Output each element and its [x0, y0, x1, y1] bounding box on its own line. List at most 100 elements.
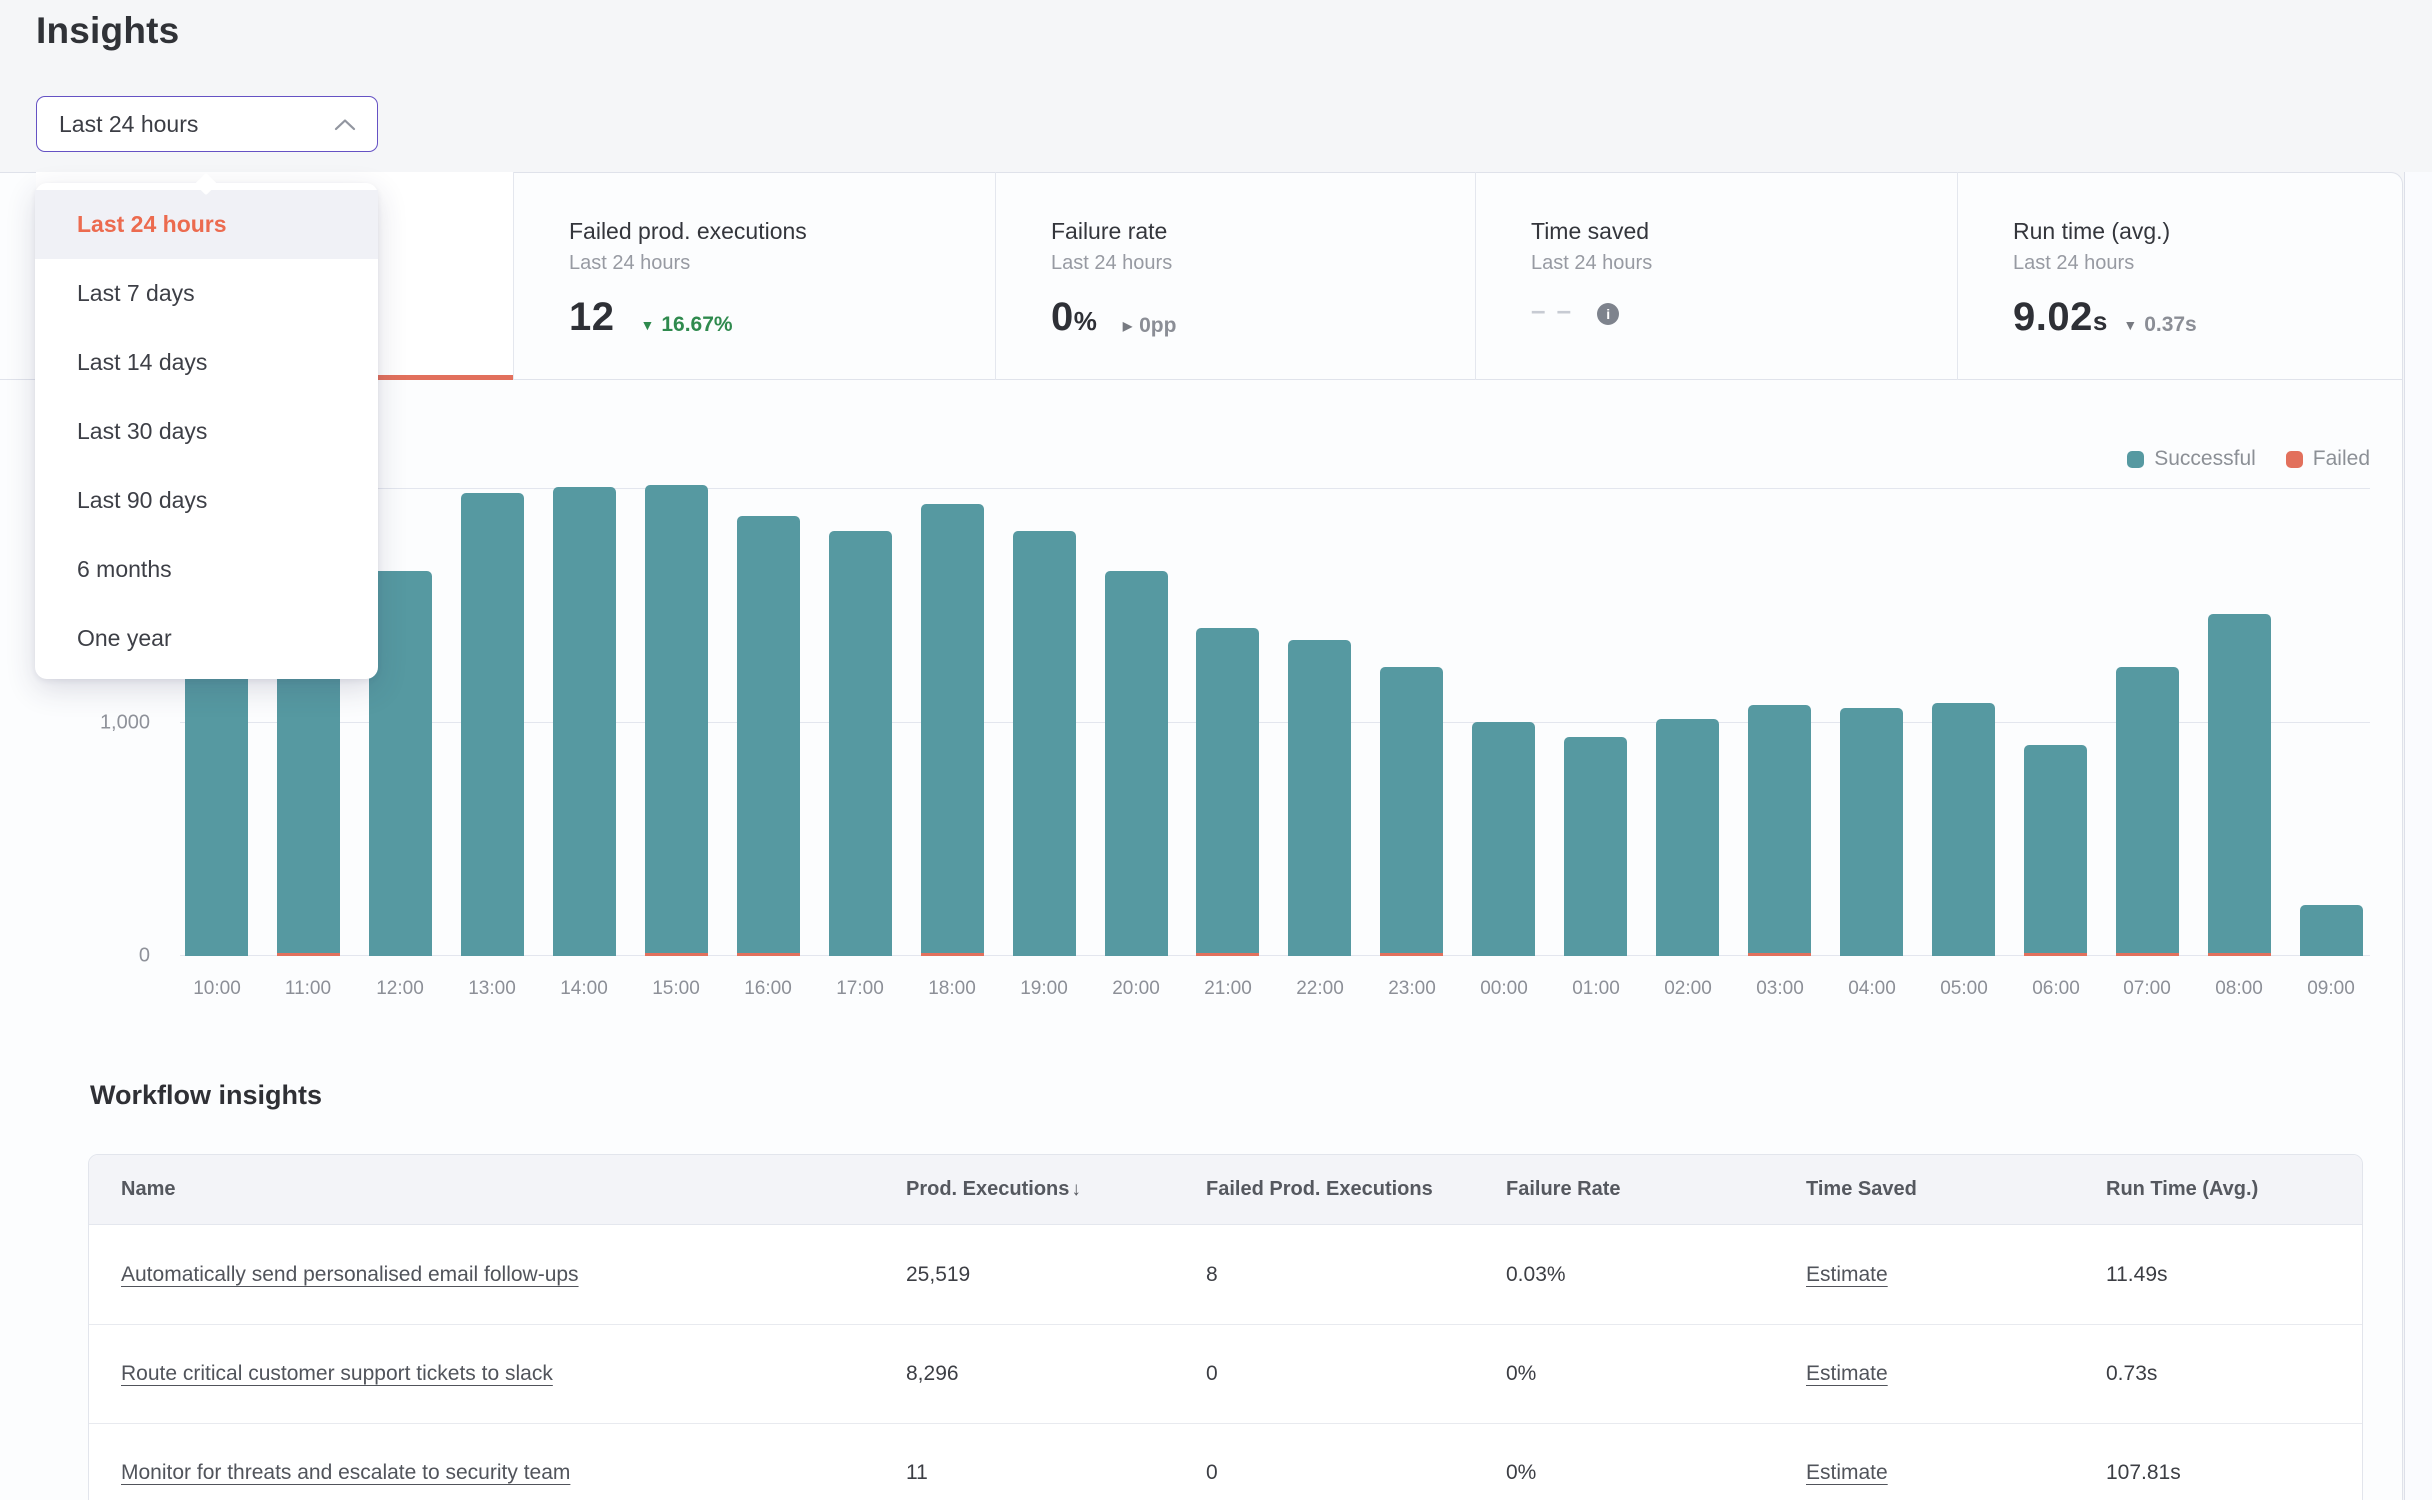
column-header-time-saved[interactable]: Time Saved	[1806, 1178, 2106, 1201]
bar-successful-segment	[737, 516, 800, 953]
x-tick-label: 22:00	[1296, 978, 1344, 1000]
time-saved-estimate-link[interactable]: Estimate	[1806, 1461, 1888, 1484]
trend-text: 0.37s	[2144, 313, 2197, 337]
x-tick-label: 13:00	[468, 978, 516, 1000]
bar-successful-segment	[1380, 667, 1443, 953]
bar-successful-segment	[1840, 708, 1903, 956]
table-row: Automatically send personalised email fo…	[89, 1225, 2362, 1324]
workflow-name: Route critical customer support tickets …	[89, 1362, 906, 1386]
workflow-name-link[interactable]: Monitor for threats and escalate to secu…	[121, 1461, 570, 1484]
x-tick-label: 23:00	[1388, 978, 1436, 1000]
bar-failed-segment	[921, 953, 984, 956]
gridline-2,000	[180, 488, 2370, 489]
bar-06:00	[2024, 745, 2087, 956]
x-tick-label: 11:00	[285, 978, 331, 1000]
run-time-avg-value: 107.81s	[2106, 1461, 2362, 1485]
time-range-select[interactable]: Last 24 hours	[36, 96, 378, 152]
column-header-run-time-avg[interactable]: Run Time (Avg.)	[2106, 1178, 2362, 1201]
card-run-time-avg[interactable]: Run time (avg.) Last 24 hours 9.02s ▼ 0.…	[1957, 172, 2403, 380]
trend-down-icon: ▼	[641, 317, 655, 333]
bar-failed-segment	[737, 953, 800, 956]
workflow-insights-table: Name Prod. Executions↓ Failed Prod. Exec…	[88, 1154, 2363, 1500]
bar-successful-segment	[2300, 905, 2363, 956]
bar-12:00	[369, 571, 432, 956]
x-tick-label: 18:00	[928, 978, 976, 1000]
bar-08:00	[2208, 614, 2271, 956]
trend-text: 0pp	[1139, 314, 1176, 338]
bar-successful-segment	[2208, 614, 2271, 953]
time-saved-estimate-link[interactable]: Estimate	[1806, 1362, 1888, 1385]
bar-14:00	[553, 487, 616, 956]
bar-successful-segment	[1748, 705, 1811, 953]
card-title: Failed prod. executions	[569, 218, 995, 245]
card-subtitle: Last 24 hours	[1531, 252, 1957, 275]
bar-16:00	[737, 516, 800, 956]
trend-indicator: ▶ 0pp	[1123, 314, 1177, 338]
x-tick-label: 03:00	[1756, 978, 1804, 1000]
x-tick-label: 05:00	[1940, 978, 1988, 1000]
menu-option-last-14-days[interactable]: Last 14 days	[35, 328, 378, 397]
executions-bar-chart	[180, 450, 2370, 956]
card-value: – –	[1531, 295, 1573, 326]
trend-flat-icon: ▶	[1123, 319, 1132, 333]
menu-option-last-90-days[interactable]: Last 90 days	[35, 466, 378, 535]
table-row: Monitor for threats and escalate to secu…	[89, 1423, 2362, 1500]
bar-successful-segment	[553, 487, 616, 956]
legend-item-failed[interactable]: Failed	[2286, 447, 2370, 471]
card-failed-prod-executions[interactable]: Failed prod. executions Last 24 hours 12…	[513, 172, 995, 380]
card-title: Run time (avg.)	[2013, 218, 2403, 245]
card-failure-rate[interactable]: Failure rate Last 24 hours 0% ▶ 0pp	[995, 172, 1475, 380]
x-tick-label: 06:00	[2032, 978, 2080, 1000]
time-saved-estimate: Estimate	[1806, 1263, 2106, 1287]
x-tick-label: 01:00	[1572, 978, 1620, 1000]
info-icon[interactable]: i	[1597, 303, 1619, 325]
bar-successful-segment	[1472, 722, 1535, 956]
x-tick-label: 10:00	[193, 978, 241, 1000]
menu-option-one-year[interactable]: One year	[35, 604, 378, 673]
failed-prod-executions-value: 8	[1206, 1263, 1506, 1287]
sort-desc-icon: ↓	[1071, 1179, 1081, 1200]
workflow-name-link[interactable]: Automatically send personalised email fo…	[121, 1263, 579, 1286]
time-saved-estimate-link[interactable]: Estimate	[1806, 1263, 1888, 1286]
column-header-name[interactable]: Name	[89, 1178, 906, 1201]
prod-executions-value: 11	[906, 1461, 1206, 1485]
card-value: 12	[569, 295, 615, 340]
time-range-dropdown-menu: Last 24 hoursLast 7 daysLast 14 daysLast…	[35, 183, 378, 679]
bar-07:00	[2116, 667, 2179, 956]
failure-rate-value: 0%	[1506, 1461, 1806, 1485]
chart-x-axis: 10:0011:0012:0013:0014:0015:0016:0017:00…	[180, 978, 2370, 1008]
bar-successful-segment	[1196, 628, 1259, 953]
legend-item-successful[interactable]: Successful	[2127, 447, 2256, 471]
bar-15:00	[645, 485, 708, 956]
x-tick-label: 02:00	[1664, 978, 1712, 1000]
menu-option-last-24-hours[interactable]: Last 24 hours	[35, 190, 378, 259]
card-subtitle: Last 24 hours	[1051, 252, 1475, 275]
x-tick-label: 00:00	[1480, 978, 1528, 1000]
card-time-saved[interactable]: Time saved Last 24 hours – – i	[1475, 172, 1957, 380]
card-value-unit: %	[1074, 306, 1097, 336]
prod-executions-value: 8,296	[906, 1362, 1206, 1386]
chart-legend: Successful Failed	[2127, 447, 2370, 471]
legend-label: Successful	[2154, 447, 2256, 471]
y-tick-label: 1,000	[100, 711, 150, 734]
column-header-prod-executions[interactable]: Prod. Executions↓	[906, 1178, 1206, 1201]
y-tick-label: 0	[139, 945, 150, 968]
x-tick-label: 12:00	[376, 978, 424, 1000]
bar-successful-segment	[1932, 703, 1995, 956]
menu-option-6-months[interactable]: 6 months	[35, 535, 378, 604]
card-value-unit: s	[2093, 306, 2107, 336]
workflow-name-link[interactable]: Route critical customer support tickets …	[121, 1362, 553, 1385]
failed-prod-executions-value: 0	[1206, 1461, 1506, 1485]
bar-05:00	[1932, 703, 1995, 956]
card-title: Failure rate	[1051, 218, 1475, 245]
column-header-failed-prod-executions[interactable]: Failed Prod. Executions	[1206, 1178, 1506, 1201]
card-value: 9.02	[2013, 295, 2093, 339]
table-header-row: Name Prod. Executions↓ Failed Prod. Exec…	[89, 1155, 2362, 1225]
bar-02:00	[1656, 719, 1719, 956]
bar-00:00	[1472, 722, 1535, 956]
bar-successful-segment	[1288, 640, 1351, 956]
menu-option-last-7-days[interactable]: Last 7 days	[35, 259, 378, 328]
bar-successful-segment	[645, 485, 708, 953]
column-header-failure-rate[interactable]: Failure Rate	[1506, 1178, 1806, 1201]
menu-option-last-30-days[interactable]: Last 30 days	[35, 397, 378, 466]
